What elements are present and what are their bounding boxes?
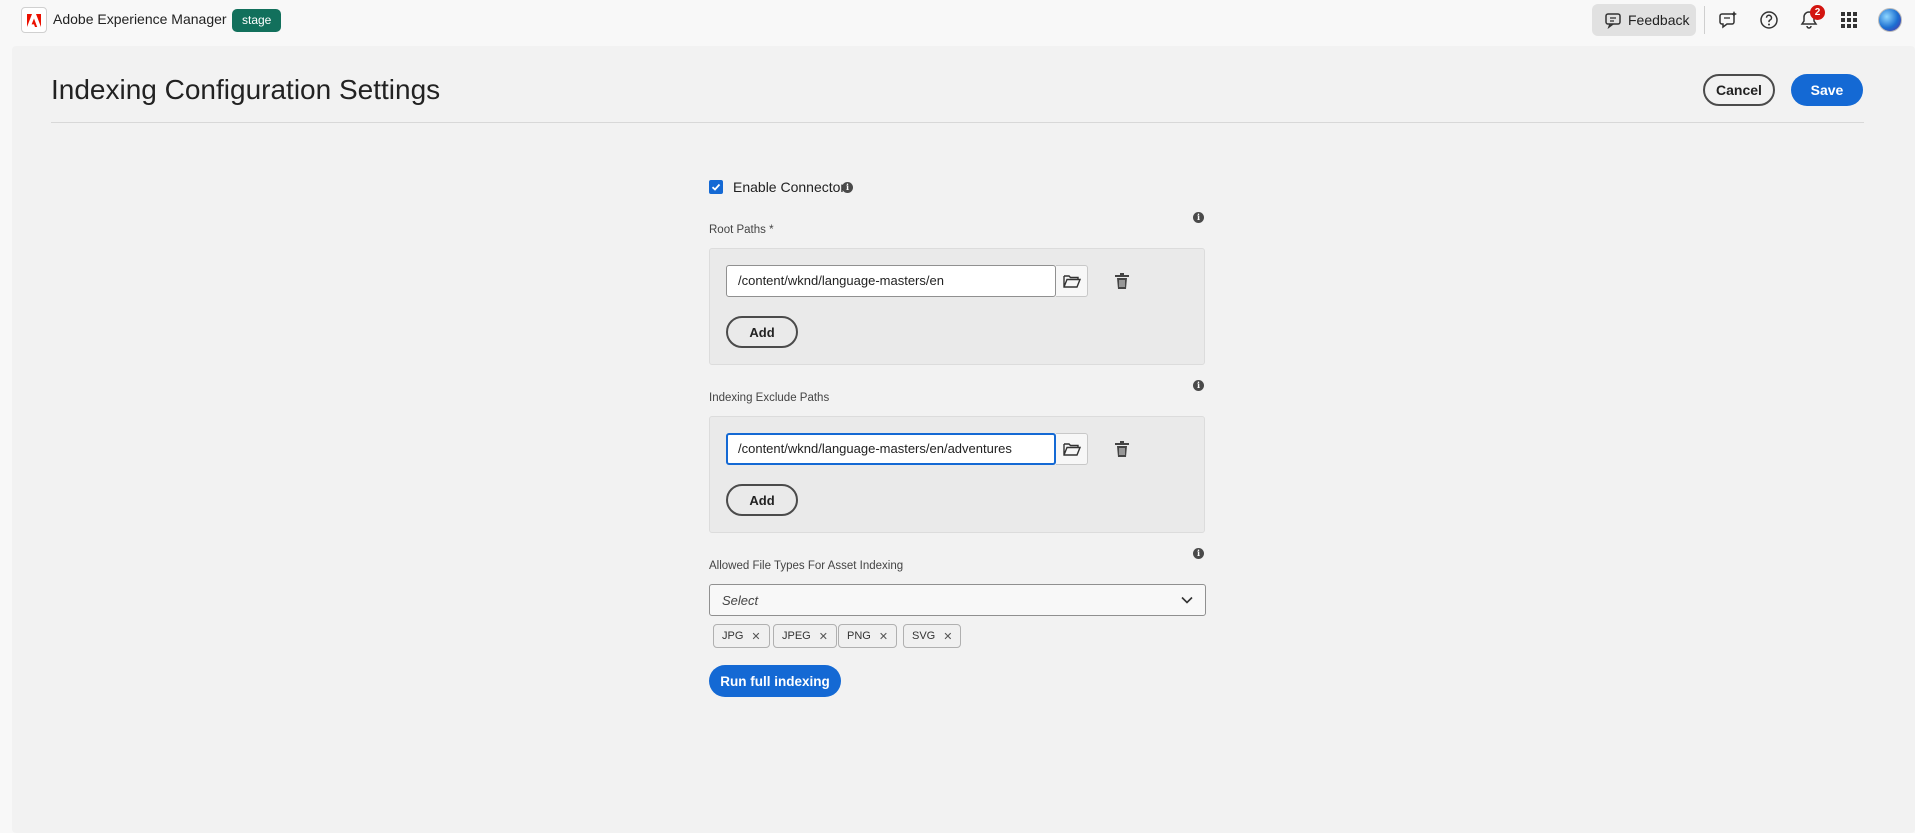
user-avatar[interactable]: [1878, 8, 1902, 32]
adobe-logo-icon[interactable]: [21, 7, 47, 33]
tag-label: JPG: [722, 630, 744, 642]
tag-label: JPEG: [782, 630, 811, 642]
delete-exclude-path-button[interactable]: [1110, 437, 1134, 461]
exclude-path-input[interactable]: /content/wknd/language-masters/en/advent…: [726, 433, 1056, 465]
file-type-tag: PNG ✕: [838, 624, 898, 648]
delete-root-path-button[interactable]: [1110, 269, 1134, 293]
info-icon[interactable]: i: [842, 182, 853, 193]
browse-button[interactable]: [1056, 265, 1088, 297]
top-bar: Adobe Experience Manager stage Feedback: [0, 0, 1915, 40]
info-icon[interactable]: i: [1193, 212, 1204, 223]
add-exclude-path-button[interactable]: Add: [726, 484, 798, 516]
run-full-indexing-button[interactable]: Run full indexing: [709, 665, 841, 697]
folder-open-icon: [1062, 443, 1081, 456]
save-button[interactable]: Save: [1791, 74, 1863, 106]
cancel-button[interactable]: Cancel: [1703, 74, 1775, 106]
enable-connector-label: Enable Connector: [733, 179, 846, 195]
file-type-tag: SVG ✕: [903, 624, 962, 648]
tag-label: SVG: [912, 630, 936, 642]
help-icon[interactable]: [1757, 8, 1781, 32]
feedback-icon: [1605, 13, 1621, 29]
browse-button[interactable]: [1056, 433, 1088, 465]
file-type-tag: JPG ✕: [713, 624, 770, 648]
feedback-button[interactable]: Feedback: [1592, 4, 1696, 36]
checkmark-icon: [711, 183, 721, 191]
remove-tag-icon[interactable]: ✕: [819, 630, 828, 643]
file-types-label: Allowed File Types For Asset Indexing: [709, 560, 904, 572]
notification-count-badge: 2: [1810, 5, 1825, 20]
chevron-down-icon: [1181, 596, 1193, 604]
app-name[interactable]: Adobe Experience Manager: [53, 11, 227, 27]
remove-tag-icon[interactable]: ✕: [751, 630, 760, 643]
select-placeholder: Select: [722, 592, 759, 608]
file-type-tag: JPEG ✕: [773, 624, 837, 648]
file-types-select[interactable]: Select: [709, 584, 1206, 616]
info-icon[interactable]: i: [1193, 548, 1204, 559]
environment-badge: stage: [232, 9, 282, 32]
remove-tag-icon[interactable]: ✕: [943, 630, 952, 643]
apps-grid-icon[interactable]: [1837, 8, 1861, 32]
title-divider: [51, 122, 1864, 123]
whats-new-icon[interactable]: [1717, 8, 1741, 32]
divider: [1704, 6, 1705, 34]
remove-tag-icon[interactable]: ✕: [879, 630, 888, 643]
folder-open-icon: [1062, 275, 1081, 288]
root-path-input[interactable]: /content/wknd/language-masters/en: [726, 265, 1056, 297]
add-root-path-button[interactable]: Add: [726, 316, 798, 348]
info-icon[interactable]: i: [1193, 380, 1204, 391]
enable-connector-checkbox[interactable]: [709, 180, 723, 194]
trash-icon: [1115, 441, 1129, 457]
feedback-label: Feedback: [1628, 12, 1690, 28]
tag-label: PNG: [847, 630, 871, 642]
page-title: Indexing Configuration Settings: [51, 74, 441, 105]
trash-icon: [1115, 273, 1129, 289]
exclude-paths-label: Indexing Exclude Paths: [709, 392, 830, 404]
root-paths-label: Root Paths *: [709, 224, 774, 236]
